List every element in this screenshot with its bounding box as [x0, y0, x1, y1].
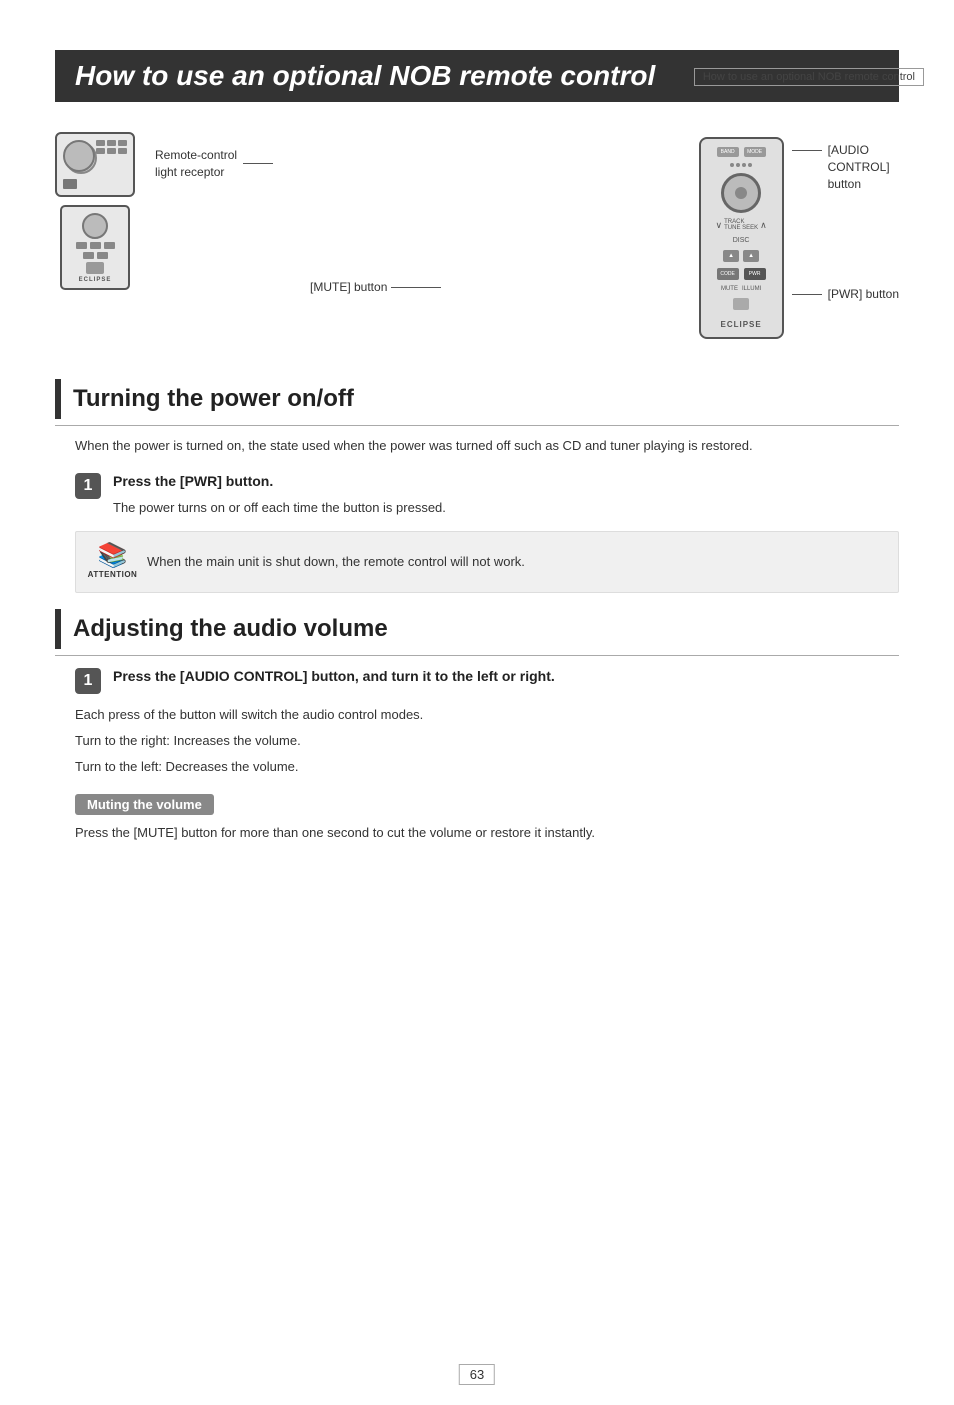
mute-sub-tag: Muting the volume [75, 794, 214, 815]
device-slot [63, 179, 77, 189]
mute-label-text-diag: [MUTE] button [310, 280, 387, 294]
section2-accent [55, 609, 61, 649]
diagram-area: ECLIPSE Remote-controllight receptor BAN… [55, 122, 899, 349]
right-area: BAND MODE ∨ TRACKTUNE SEEK ∧ [699, 137, 899, 339]
section2-step1: 1 Press the [AUDIO CONTROL] button, and … [75, 666, 899, 694]
page-header-text: How to use an optional NOB remote contro… [703, 71, 915, 83]
mute-connector-line [391, 287, 441, 288]
section1-header: Turning the power on/off [55, 379, 899, 426]
light-receptor-label: Remote-controllight receptor [155, 147, 237, 181]
section1-body: When the power is turned on, the state u… [75, 436, 899, 593]
audio-control-label: [AUDIOCONTROL]button [828, 142, 890, 192]
receptor-line [243, 163, 273, 164]
step1-badge: 1 [75, 473, 101, 499]
track-tune-row: ∨ TRACKTUNE SEEK ∧ [716, 219, 767, 231]
remote-brand: ECLIPSE [721, 320, 762, 329]
section2-step1-content: Press the [AUDIO CONTROL] button, and tu… [113, 666, 899, 687]
pwr-line [792, 294, 822, 295]
mute-label-connector: [MUTE] button [310, 280, 441, 294]
mute-label-row: MUTE ILLUMI [705, 286, 778, 292]
section1-accent [55, 379, 61, 419]
bottom-btn-row1 [76, 242, 115, 249]
dots-row [730, 163, 752, 167]
section1-step1: 1 Press the [PWR] button. The power turn… [75, 471, 899, 519]
pwr-label: [PWR] button [828, 287, 899, 301]
step1-title: Press the [PWR] button. [113, 471, 899, 492]
disc-next-btn: ▲ [743, 250, 759, 262]
disc-prev-btn: ▲ [723, 250, 739, 262]
bottom-knob [82, 213, 108, 239]
step1-content: Press the [PWR] button. The power turns … [113, 471, 899, 519]
attention-icon-container: 📚 ATTENTION [90, 542, 135, 582]
pwr-btn: PWR [744, 268, 766, 280]
page-number: 63 [459, 1364, 495, 1385]
light-receptor-label-row: Remote-controllight receptor [155, 147, 273, 181]
attention-text: When the main unit is shut down, the rem… [147, 552, 525, 572]
illumi-label-text: ILLUMI [742, 286, 761, 292]
audio-control-label-row: [AUDIOCONTROL]button [792, 142, 899, 192]
mute-pwr-row: CODE PWR [717, 268, 766, 280]
attention-box: 📚 ATTENTION When the main unit is shut d… [75, 531, 899, 593]
book-icon: 📚 [98, 544, 128, 568]
code-btn: CODE [717, 268, 739, 280]
audio-info1: Each press of the button will switch the… [75, 704, 899, 726]
device-knob [63, 140, 95, 172]
page-header: How to use an optional NOB remote contro… [694, 68, 924, 86]
mode-btn: MODE [744, 147, 766, 157]
mute-desc: Press the [MUTE] button for more than on… [75, 823, 899, 844]
bottom-slot [86, 262, 104, 274]
section2-step1-badge: 1 [75, 668, 101, 694]
pwr-label-row: [PWR] button [792, 287, 899, 301]
disc-label: DISC [733, 237, 750, 244]
audio-info3: Turn to the left: Decreases the volume. [75, 756, 899, 778]
step1-desc: The power turns on or off each time the … [113, 498, 899, 519]
device-bottom-unit: ECLIPSE [60, 205, 130, 290]
left-label-area: Remote-controllight receptor [155, 132, 273, 181]
disc-btns: ▲ ▲ [723, 250, 759, 262]
right-labels: [AUDIOCONTROL]button [PWR] button [792, 137, 899, 301]
audio-line [792, 150, 822, 151]
bottom-btn-row2 [83, 252, 108, 259]
illumi-btn [733, 298, 749, 310]
section1-title: Turning the power on/off [73, 385, 354, 413]
mute-label-text: MUTE [721, 286, 738, 292]
device-top-unit [55, 132, 135, 197]
audio-control-knob [721, 173, 761, 213]
band-btn: BAND [717, 147, 739, 157]
audio-info2: Turn to the right: Increases the volume. [75, 730, 899, 752]
section2-body: 1 Press the [AUDIO CONTROL] button, and … [75, 666, 899, 844]
section1-intro: When the power is turned on, the state u… [75, 436, 899, 457]
device-btn-grid [96, 140, 127, 154]
section2-title: Adjusting the audio volume [73, 615, 388, 643]
remote-top-btns: BAND MODE [717, 147, 766, 157]
device-brand: ECLIPSE [79, 277, 112, 283]
left-device: ECLIPSE [55, 132, 135, 290]
attention-label: ATTENTION [88, 570, 138, 579]
remote-control-device: BAND MODE ∨ TRACKTUNE SEEK ∧ [699, 137, 784, 339]
section2-header: Adjusting the audio volume [55, 609, 899, 656]
section2-step1-title: Press the [AUDIO CONTROL] button, and tu… [113, 666, 899, 687]
